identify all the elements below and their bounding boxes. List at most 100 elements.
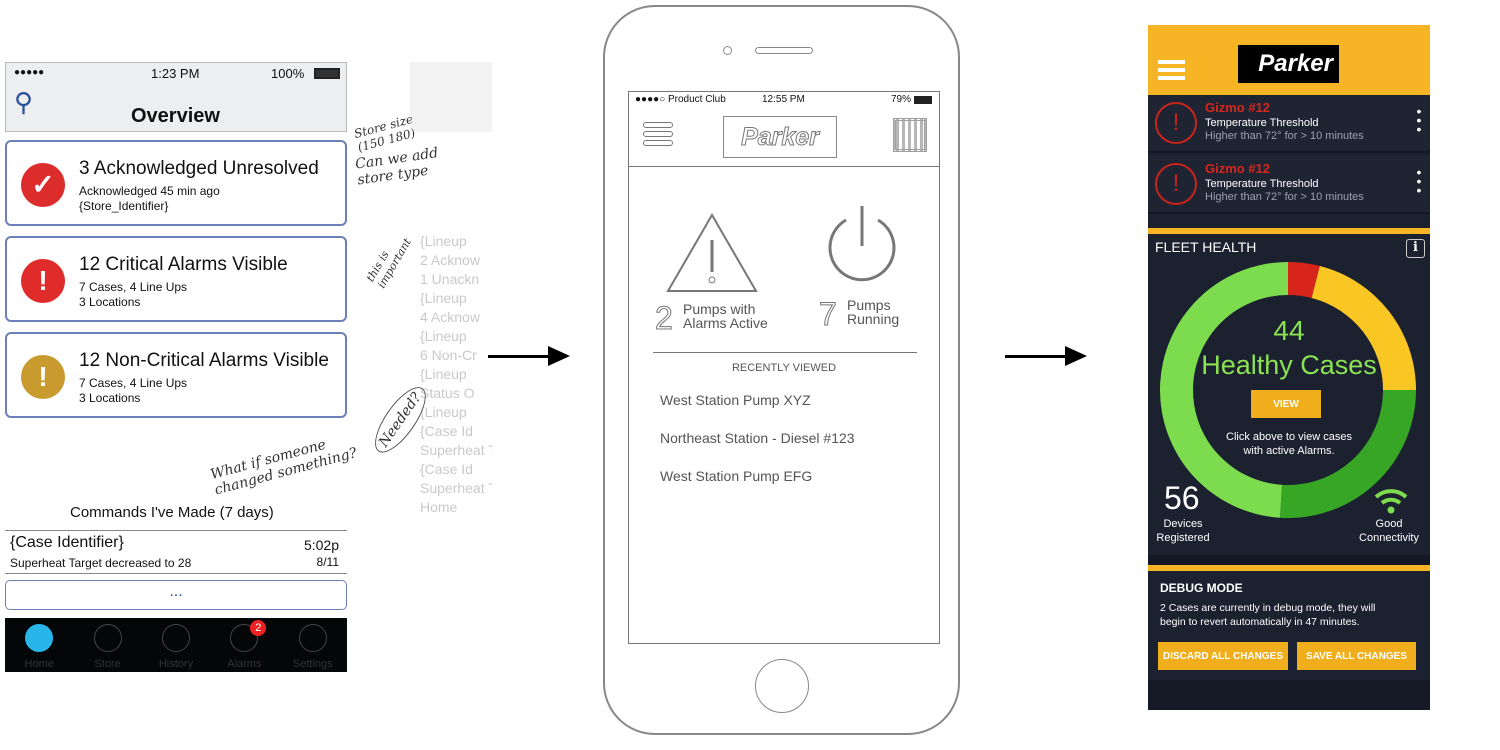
sketch-header: ●●●●● 1:23 PM 100% ⚲ Overview [5, 62, 347, 132]
healthy-count: 44 [1273, 315, 1305, 346]
sketch-phone: ●●●●● 1:23 PM 100% ⚲ Overview ✓ 3 Acknow… [5, 62, 347, 674]
home-button[interactable] [755, 659, 809, 713]
overview-card[interactable]: ✓ 3 Acknowledged Unresolved Acknowledged… [5, 140, 347, 226]
wireframe-screen: ●●●●○ Product Club 12:55 PM 79% Parker 2… [628, 91, 940, 644]
tab-store[interactable]: Store [78, 618, 138, 672]
parker-app: Parker ! Gizmo #12 Temperature Threshold Hi… [1148, 25, 1430, 710]
save-all-changes-button[interactable]: SAVE ALL CHANGES [1297, 642, 1416, 670]
ghost-item: 2 Acknow [420, 252, 480, 268]
alarm-type: Temperature Threshold [1205, 178, 1319, 190]
app-header: Parker [1148, 25, 1430, 95]
ghost-item: Status O [420, 385, 475, 401]
more-options-icon[interactable]: • • • [1416, 104, 1422, 136]
devices-label: Devices Registered [1156, 518, 1210, 544]
tab-icon [93, 624, 122, 652]
running-pump-label: Pumps Running [847, 297, 900, 327]
ghost-item: 6 Non-Cr [420, 347, 477, 363]
commands-title: Commands I've Made (7 days) [70, 504, 274, 521]
tab-icon [298, 624, 327, 652]
info-icon[interactable]: i [1406, 239, 1425, 258]
debug-text: 2 Cases are currently in debug mode, the… [1160, 602, 1376, 628]
alarm-pump-count: 2 [655, 300, 674, 337]
alarm-device: Gizmo #12 [1205, 161, 1271, 176]
battery-icon [314, 68, 340, 79]
connectivity-label: Good Connectivity [1359, 518, 1419, 544]
healthy-label: Healthy Cases [1201, 350, 1377, 380]
tab-icon [161, 624, 190, 652]
alarm-pump-label: Pumps with Alarms Active [683, 301, 768, 331]
tab-settings[interactable]: Settings [283, 618, 343, 672]
overview-card[interactable]: ! 12 Critical Alarms Visible 7 Cases, 4 … [5, 236, 347, 322]
view-hint: Click above to view cases with active Ala… [1226, 431, 1352, 457]
tab-icon [25, 624, 54, 652]
power-icon [828, 206, 896, 282]
ghost-item: Superheat T [420, 480, 492, 496]
ghost-item: {Case Id [420, 461, 473, 477]
handwritten-note: this is important [363, 236, 414, 291]
parker-logo: Parker [723, 116, 837, 158]
recent-item[interactable]: West Station Pump XYZ [660, 392, 811, 408]
ghost-item: {Lineup [420, 404, 467, 420]
ghost-item: {Case Id [420, 423, 473, 439]
alarm-device: Gizmo #12 [1205, 100, 1271, 115]
tab-home[interactable]: Home [9, 618, 69, 672]
tab-history[interactable]: History [146, 618, 206, 672]
camera-icon [723, 46, 732, 55]
more-button[interactable]: ... [5, 580, 347, 610]
status-time: 1:23 PM [151, 66, 200, 81]
more-options-icon[interactable]: • • • [1416, 165, 1422, 197]
qr-code-icon[interactable] [893, 118, 927, 152]
alarm-item[interactable]: ! Gizmo #12 Temperature Threshold Higher th… [1148, 95, 1430, 153]
hamburger-menu-icon[interactable] [1158, 60, 1185, 80]
alert-icon: ! [1155, 163, 1197, 205]
tab-bar: Home Store History 2 Alarms Settings [5, 618, 347, 672]
card-details: Acknowledged 45 min ago {Store_Identifier… [79, 184, 220, 213]
recently-viewed-title: RECENTLY VIEWED [731, 362, 837, 374]
tab-label: Home [24, 658, 54, 670]
tab-label: Store [94, 658, 121, 670]
ghost-item: {Lineup [420, 366, 467, 382]
command-time: 5:02p [303, 537, 339, 553]
view-button[interactable]: VIEW [1251, 390, 1321, 418]
recent-item[interactable]: West Station Pump EFG [660, 468, 812, 484]
ghost-item: {Lineup [420, 290, 467, 306]
ghost-item: {Lineup [420, 328, 467, 344]
status-time: 12:55 PM [762, 94, 805, 105]
tab-alarms[interactable]: 2 Alarms [214, 618, 274, 672]
tab-label: History [158, 658, 194, 670]
status-battery: 100% [271, 66, 305, 81]
warning-triangle-icon [666, 213, 758, 292]
card-details: 7 Cases, 4 Line Ups 3 Locations [79, 376, 188, 405]
command-desc: Superheat Target decreased to 28 [10, 556, 192, 570]
check-circle-icon: ✓ [21, 163, 65, 207]
alarm-detail: Higher than 72° for > 10 minutes [1205, 191, 1364, 203]
ghost-item: Home [420, 499, 458, 515]
speaker-icon [755, 47, 813, 54]
alarm-item[interactable]: ! Gizmo #12 Temperature Threshold Higher th… [1148, 156, 1430, 214]
command-row[interactable]: {Case Identifier} Superheat Target decre… [5, 530, 347, 574]
parker-logo: Parker [1238, 45, 1339, 83]
card-title: 12 Non-Critical Alarms Visible [79, 350, 329, 371]
debug-mode-title: DEBUG MODE [1160, 581, 1243, 595]
battery-icon [914, 96, 932, 104]
exclamation-icon: ! [21, 355, 65, 399]
faded-sketch-phone: {Lineup 2 Acknow 1 Unackn {Lineup 4 Acknow {L… [410, 62, 492, 674]
menu-icon[interactable] [643, 122, 673, 146]
overview-card[interactable]: ! 12 Non-Critical Alarms Visible 7 Cases… [5, 332, 347, 418]
search-icon[interactable]: ⚲ [14, 87, 33, 118]
wireframe-phone: ●●●●○ Product Club 12:55 PM 79% Parker 2… [603, 5, 960, 735]
case-id: {Case Identifier} [10, 534, 124, 551]
alert-icon: ! [1155, 102, 1197, 144]
command-date: 8/11 [316, 555, 339, 569]
ghost-item: 4 Acknow [420, 309, 480, 325]
alarm-badge: 2 [250, 620, 267, 636]
discard-all-changes-button[interactable]: DISCARD ALL CHANGES [1158, 642, 1288, 670]
tab-label: Alarms [227, 658, 262, 670]
arrow-right-icon [1005, 346, 1087, 366]
running-pump-count: 7 [819, 296, 838, 333]
exclamation-icon: ! [21, 259, 65, 303]
devices-count: 56 [1164, 480, 1200, 516]
recent-item[interactable]: Northeast Station - Diesel #123 [660, 430, 855, 446]
arrow-right-icon [488, 346, 570, 366]
card-title: 12 Critical Alarms Visible [79, 254, 288, 275]
